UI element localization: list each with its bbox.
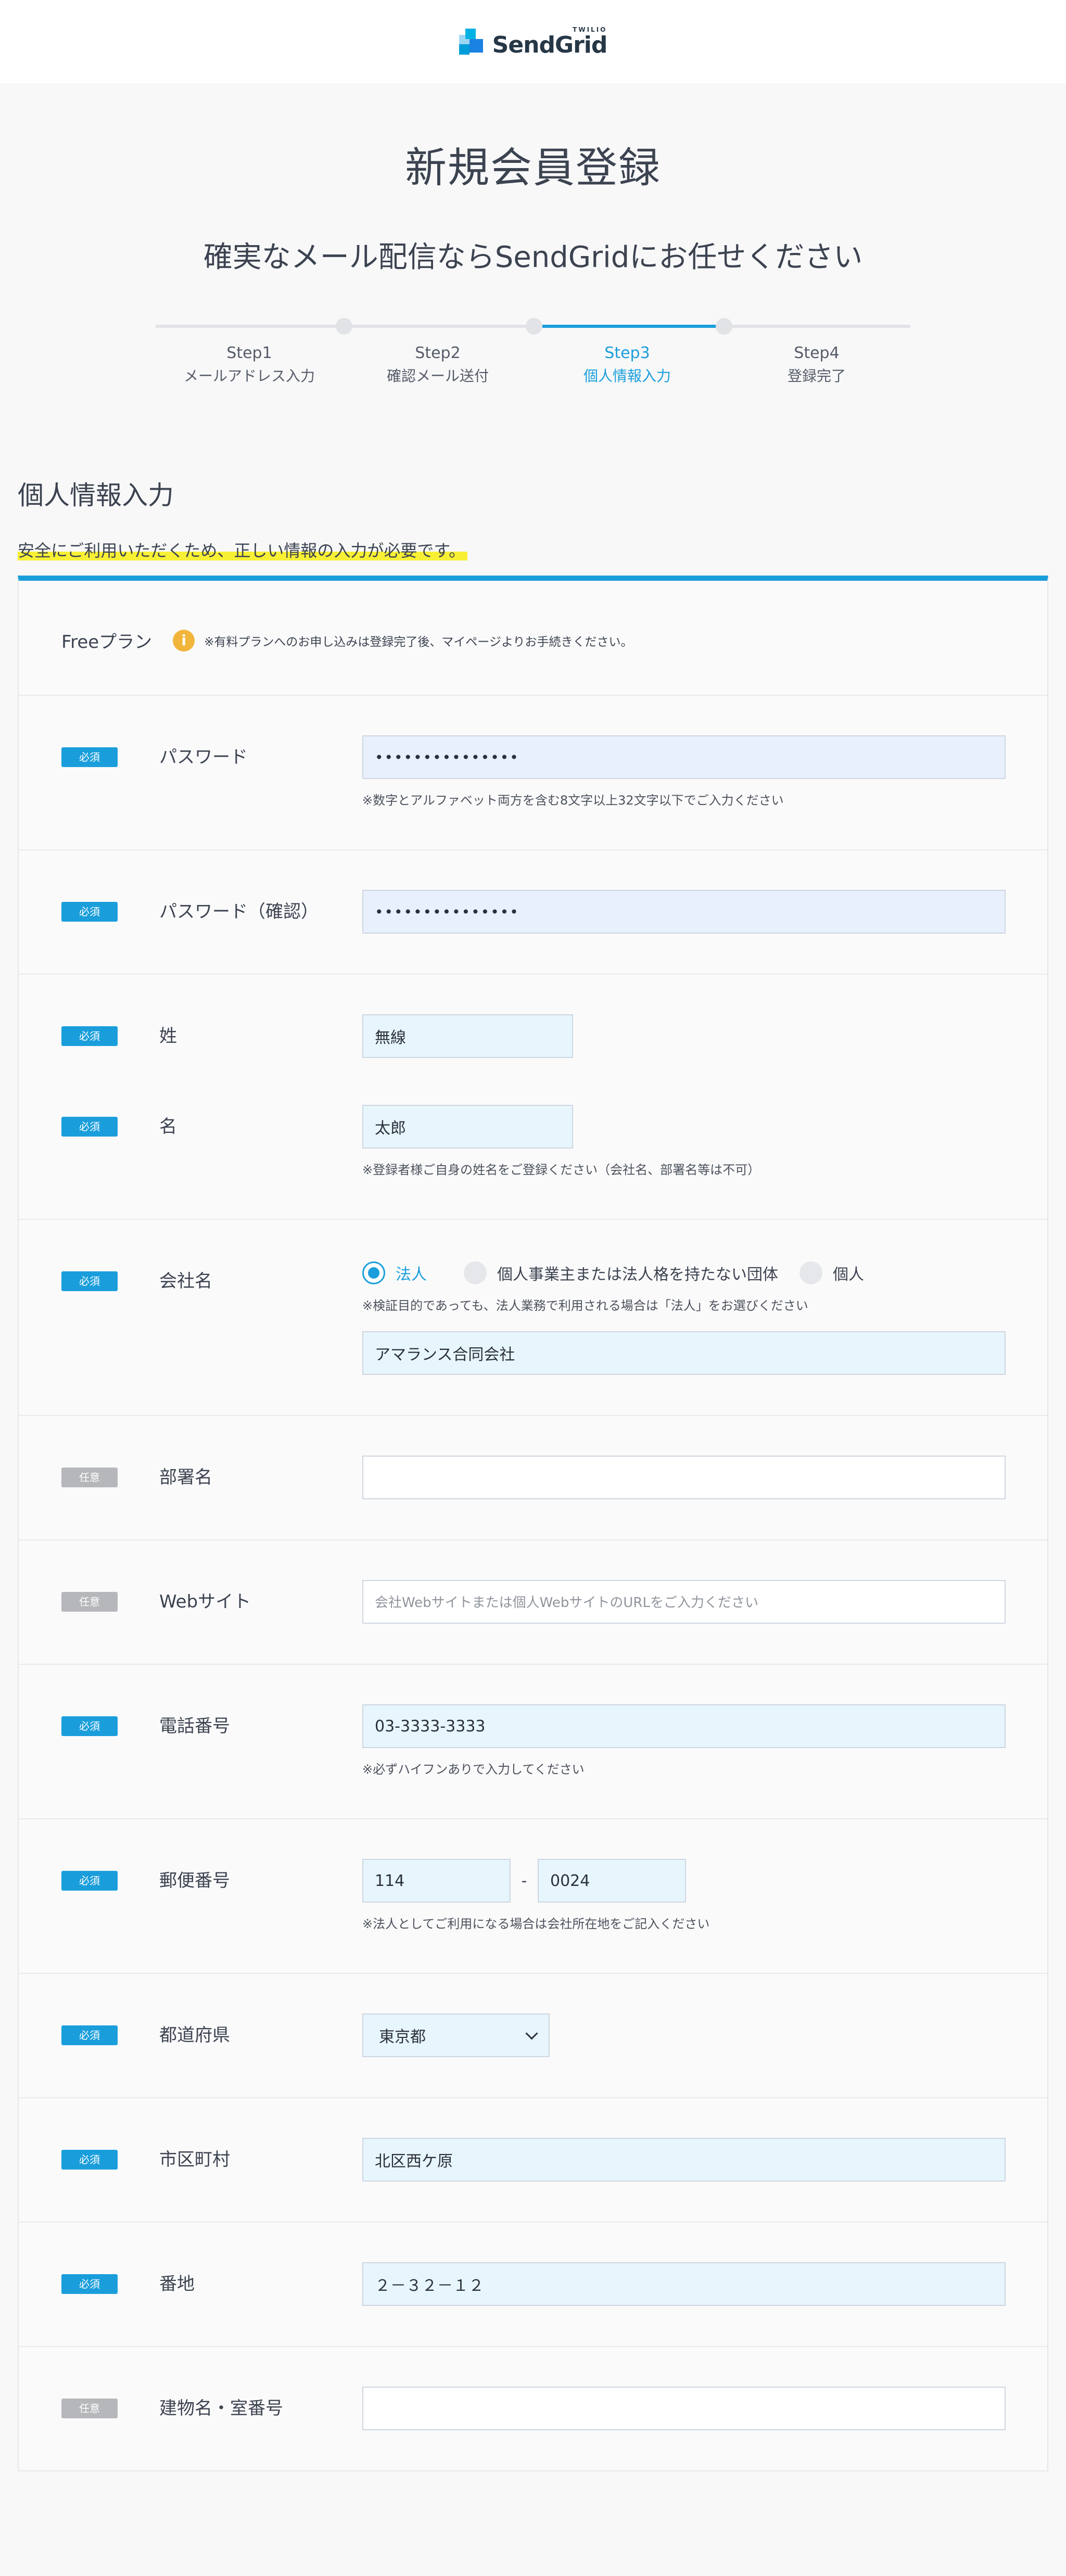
row-building: 任意 建物名・室番号: [19, 2347, 1047, 2470]
building-input[interactable]: [362, 2387, 1006, 2431]
last-name-input[interactable]: [362, 1014, 573, 1059]
plan-name: Freeプラン: [61, 632, 153, 653]
required-badge: 必須: [61, 902, 118, 922]
section-title: 個人情報入力: [18, 480, 174, 511]
website-input[interactable]: [362, 1580, 1006, 1624]
sendgrid-logo-icon: [459, 29, 485, 55]
first-name-label: 名: [159, 1116, 177, 1138]
prefecture-value: 東京都: [379, 2028, 426, 2047]
required-badge: 必須: [61, 1117, 118, 1137]
step-3: Step3 個人情報入力: [583, 344, 671, 385]
row-zip: 必須 郵便番号 - ※法人としてご利用になる場合は会社所在地をご記入ください: [19, 1819, 1047, 1974]
required-badge: 必須: [61, 1026, 118, 1047]
row-name: 必須 姓 必須 名 ※登録者様ご自身の姓名をご登録ください（会社名、部署名等は不…: [19, 975, 1047, 1220]
city-input[interactable]: [362, 2138, 1006, 2182]
optional-badge: 任意: [61, 1468, 118, 1488]
hero: 新規会員登録 確実なメール配信ならSendGridにお任せください Step1 …: [0, 83, 1066, 396]
required-badge: 必須: [61, 1271, 118, 1292]
zip-separator: -: [521, 1871, 527, 1890]
zip-first-input[interactable]: [362, 1859, 511, 1903]
company-type-radios: 法人 個人事業主または法人格を持たない団体 個人: [362, 1251, 1006, 1295]
zip-note: ※法人としてご利用になる場合は会社所在地をご記入ください: [362, 1917, 710, 1932]
phone-label: 電話番号: [159, 1716, 230, 1737]
step-4: Step4 登録完了: [787, 344, 846, 385]
name-note: ※登録者様ご自身の姓名をご登録ください（会社名、部署名等は不可）: [362, 1163, 760, 1178]
row-website: 任意 Webサイト: [19, 1540, 1047, 1665]
phone-input[interactable]: [362, 1704, 1006, 1749]
step-dot-3: [716, 318, 732, 335]
password-confirm-label: パスワード（確認）: [159, 901, 319, 923]
row-phone: 必須 電話番号 ※必ずハイフンありで入力してください: [19, 1665, 1047, 1820]
personal-info-section: 個人情報入力 安全にご利用いただくため、正しい情報の入力が必要です。: [0, 480, 1066, 562]
progress-steps: Step1 メールアドレス入力 Step2 確認メール送付 Step3 個人情報…: [156, 312, 910, 396]
page-title: 新規会員登録: [405, 144, 661, 192]
info-icon: i: [173, 629, 195, 652]
plan-row: Freeプラン i ※有料プランへのお申し込みは登録完了後、マイページよりお手続…: [19, 581, 1047, 696]
address-input[interactable]: [362, 2262, 1006, 2306]
address-label: 番地: [159, 2274, 195, 2295]
row-department: 任意 部署名: [19, 1416, 1047, 1541]
department-input[interactable]: [362, 1456, 1006, 1500]
password-note: ※数字とアルファベット両方を含む8文字以上32文字以下でご入力ください: [362, 793, 784, 808]
section-lead: 安全にご利用いただくため、正しい情報の入力が必要です。: [18, 539, 1048, 562]
steps-active-bar: [542, 325, 722, 328]
required-badge: 必須: [61, 2025, 118, 2046]
row-prefecture: 必須 都道府県 東京都: [19, 1974, 1047, 2099]
website-label: Webサイト: [159, 1591, 251, 1613]
site-header: TWILIO SendGrid: [0, 0, 1066, 83]
row-address: 必須 番地: [19, 2223, 1047, 2348]
step-dot-2: [526, 318, 542, 335]
required-badge: 必須: [61, 747, 118, 768]
zip-second-input[interactable]: [538, 1859, 686, 1903]
password-confirm-input[interactable]: [362, 890, 1006, 934]
step-2: Step2 確認メール送付: [386, 344, 489, 385]
city-label: 市区町村: [159, 2149, 230, 2171]
step-1: Step1 メールアドレス入力: [183, 344, 315, 385]
phone-note: ※必ずハイフンありで入力してください: [362, 1762, 585, 1777]
plan-note: ※有料プランへのお申し込みは登録完了後、マイページよりお手続きください。: [204, 635, 633, 649]
brand-name: SendGrid: [492, 32, 608, 58]
row-password-confirm: 必須 パスワード（確認）: [19, 850, 1047, 975]
first-name-input[interactable]: [362, 1105, 573, 1149]
radio-unchecked-icon: [800, 1261, 822, 1285]
row-city: 必須 市区町村: [19, 2098, 1047, 2223]
prefecture-select[interactable]: 東京都: [362, 2013, 550, 2058]
required-badge: 必須: [61, 2274, 118, 2294]
required-badge: 必須: [61, 1716, 118, 1737]
optional-badge: 任意: [61, 1592, 118, 1612]
company-note: ※検証目的であっても、法人業務で利用される場合は「法人」をお選びください: [362, 1298, 808, 1313]
row-company: 必須 会社名 法人 個人事業主または法人格を持たない団体 個人 ※検証目的であっ…: [19, 1220, 1047, 1417]
required-badge: 必須: [61, 1871, 118, 1891]
password-input[interactable]: [362, 735, 1006, 780]
radio-checked-icon: [362, 1261, 385, 1285]
radio-corporation[interactable]: 法人: [362, 1261, 464, 1285]
row-password: 必須 パスワード ※数字とアルファベット両方を含む8文字以上32文字以下でご入力…: [19, 696, 1047, 851]
last-name-label: 姓: [159, 1026, 177, 1047]
radio-individual[interactable]: 個人: [800, 1261, 864, 1285]
radio-unchecked-icon: [464, 1261, 487, 1285]
optional-badge: 任意: [61, 2399, 118, 2419]
page-subtitle: 確実なメール配信ならSendGridにお任せください: [203, 240, 863, 274]
company-input[interactable]: [362, 1331, 1006, 1375]
building-label: 建物名・室番号: [159, 2398, 283, 2419]
company-label: 会社名: [159, 1271, 212, 1292]
radio-sole-proprietor[interactable]: 個人事業主または法人格を持たない団体: [464, 1261, 800, 1285]
department-label: 部署名: [159, 1467, 212, 1488]
registration-form: Freeプラン i ※有料プランへのお申し込みは登録完了後、マイページよりお手続…: [18, 576, 1048, 2472]
zip-group: -: [362, 1859, 1006, 1903]
zip-label: 郵便番号: [159, 1870, 230, 1892]
step-dot-1: [336, 318, 352, 335]
chevron-down-icon: [525, 2027, 538, 2040]
prefecture-label: 都道府県: [159, 2025, 230, 2046]
required-badge: 必須: [61, 2150, 118, 2170]
password-label: パスワード: [159, 747, 248, 768]
sendgrid-logo[interactable]: TWILIO SendGrid: [459, 27, 607, 57]
